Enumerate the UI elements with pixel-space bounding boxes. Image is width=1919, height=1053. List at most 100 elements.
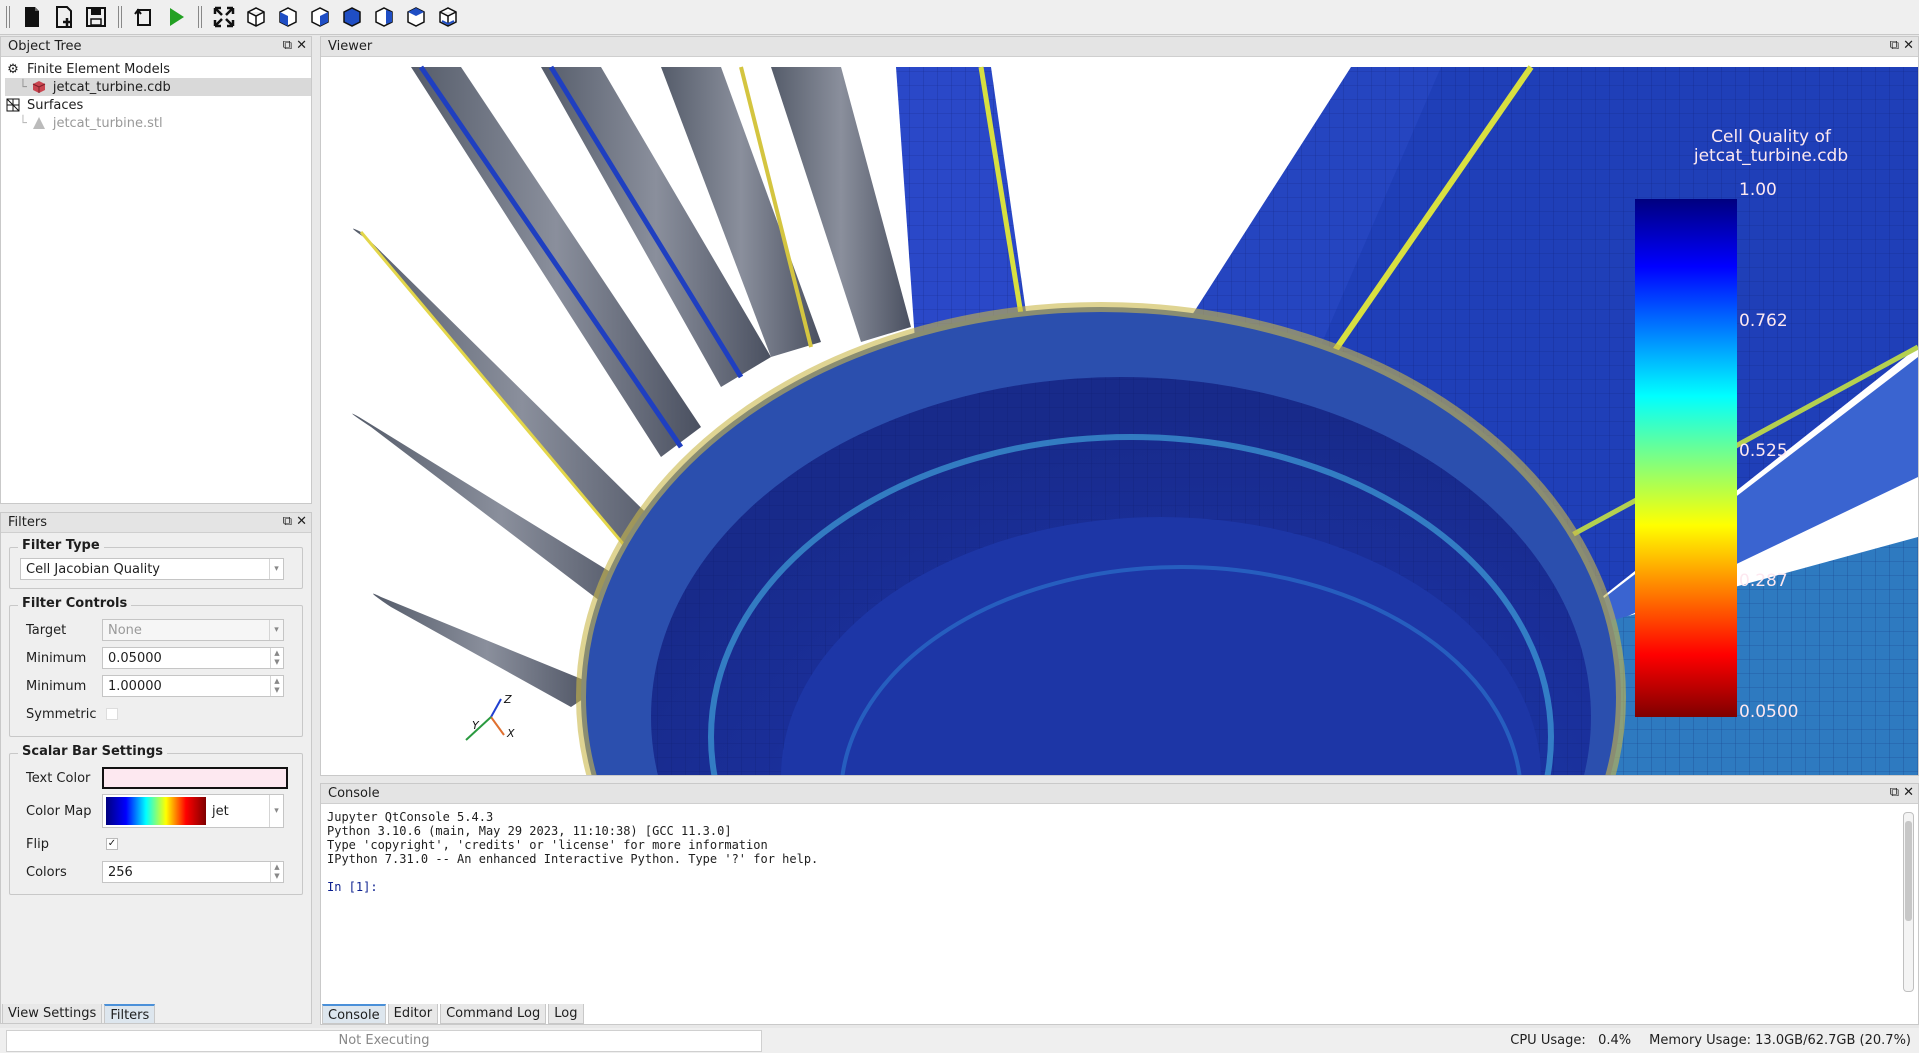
scalar-bar-title-line-2: jetcat_turbine.cdb <box>1693 146 1848 166</box>
scrollbar-thumb[interactable] <box>1905 821 1912 921</box>
filters-panel: Filters ⧉ ✕ Filter Type Cell Jacobian Qua… <box>0 512 312 1024</box>
maximum-label: Minimum <box>26 678 87 694</box>
view-back-icon[interactable] <box>305 2 335 32</box>
undock-icon[interactable]: ⧉ <box>283 39 292 53</box>
save-icon[interactable] <box>81 2 111 32</box>
toolbar-separator <box>198 6 202 28</box>
left-dock-tabs: View Settings Filters <box>2 1004 157 1024</box>
spin-arrows-icon[interactable]: ▲ ▼ <box>270 648 283 668</box>
close-icon[interactable]: ✕ <box>296 515 307 529</box>
tab-log[interactable]: Log <box>548 1004 584 1024</box>
console-line: IPython 7.31.0 -- An enhanced Interactiv… <box>327 852 819 866</box>
object-tree: ⚙ Finite Element Models └ jetcat_turbine… <box>1 57 311 132</box>
filter-type-select[interactable]: Cell Jacobian Quality ▾ <box>20 558 284 580</box>
view-bottom-icon[interactable] <box>433 2 463 32</box>
new-document-icon[interactable] <box>49 2 79 32</box>
console-prompt[interactable]: In [1]: <box>327 880 1912 894</box>
main-toolbar <box>0 0 1919 35</box>
mesh-cube-icon <box>31 79 47 95</box>
filters-title: Filters <box>8 515 47 530</box>
symmetric-row: Symmetric <box>20 700 292 728</box>
bottom-dock-tabs: Console Editor Command Log Log <box>322 1004 586 1024</box>
view-right-icon[interactable] <box>369 2 399 32</box>
target-row: Target None ▾ <box>20 616 292 644</box>
scalar-label: 0.287 <box>1739 571 1788 591</box>
tree-item-jetcat-turbine-stl[interactable]: └ jetcat_turbine.stl <box>5 114 311 132</box>
text-color-swatch[interactable] <box>102 767 288 789</box>
fit-view-icon[interactable] <box>209 2 239 32</box>
symmetric-label: Symmetric <box>26 706 97 722</box>
cpu-usage: CPU Usage: 0.4% <box>1510 1033 1632 1048</box>
console-title-bar: Console ⧉ ✕ <box>321 784 1918 804</box>
new-file-icon[interactable] <box>17 2 47 32</box>
tab-view-settings[interactable]: View Settings <box>2 1004 103 1024</box>
view-front-icon[interactable] <box>273 2 303 32</box>
close-icon[interactable]: ✕ <box>1903 39 1914 53</box>
toolbar-handle[interactable] <box>6 6 10 28</box>
axis-label-z: Z <box>503 693 512 706</box>
text-color-row: Text Color <box>20 764 292 792</box>
scalar-bar-gradient <box>1635 199 1737 717</box>
close-icon[interactable]: ✕ <box>296 39 307 53</box>
viewer-title: Viewer <box>328 39 373 54</box>
gear-icon: ⚙ <box>7 61 19 77</box>
console-scrollbar[interactable] <box>1903 812 1914 992</box>
tab-command-log[interactable]: Command Log <box>440 1004 547 1024</box>
tree-branch-line: └ <box>19 79 27 95</box>
viewer-panel: Viewer ⧉ ✕ Cell Quality of jetcat_turbin… <box>320 36 1919 776</box>
spin-arrows-icon[interactable]: ▲ ▼ <box>270 862 283 882</box>
console-output[interactable]: Jupyter QtConsole 5.4.3 Python 3.10.6 (ma… <box>321 804 1918 894</box>
undock-icon[interactable]: ⧉ <box>1890 786 1899 800</box>
group-title: Scalar Bar Settings <box>18 744 167 759</box>
triangle-icon <box>31 115 47 131</box>
undock-icon[interactable]: ⧉ <box>283 515 292 529</box>
scalar-label: 0.762 <box>1739 311 1788 331</box>
filters-title-bar: Filters ⧉ ✕ <box>1 513 311 533</box>
target-value: None <box>108 622 142 638</box>
tab-filters[interactable]: Filters <box>104 1004 156 1024</box>
tree-item-label: Finite Element Models <box>27 61 170 77</box>
text-color-label: Text Color <box>26 770 91 786</box>
group-title: Filter Controls <box>18 596 132 611</box>
tree-item-surfaces[interactable]: Surfaces <box>5 96 311 114</box>
3d-render-canvas[interactable]: Cell Quality of jetcat_turbine.cdb 1.00 … <box>321 57 1918 775</box>
close-icon[interactable]: ✕ <box>1903 786 1914 800</box>
color-map-select[interactable]: jet ▾ <box>102 794 284 828</box>
chevron-down-icon: ▾ <box>269 795 283 827</box>
run-icon[interactable] <box>161 2 191 32</box>
status-bar: Not Executing CPU Usage: 0.4% Memory Usa… <box>0 1028 1919 1053</box>
undock-icon[interactable]: ⧉ <box>1890 39 1899 53</box>
colors-label: Colors <box>26 864 67 880</box>
console-panel: Console ⧉ ✕ Jupyter QtConsole 5.4.3 Python… <box>320 783 1919 1025</box>
color-map-label: Color Map <box>26 803 92 819</box>
minimum-spinbox[interactable]: 0.05000 ▲ ▼ <box>102 647 284 669</box>
jet-colormap-preview <box>106 797 206 825</box>
color-map-value: jet <box>212 803 229 819</box>
flip-checkbox[interactable]: ✓ <box>106 838 118 850</box>
tree-item-jetcat-turbine-cdb[interactable]: └ jetcat_turbine.cdb <box>5 78 311 96</box>
tree-item-finite-element-models[interactable]: ⚙ Finite Element Models <box>5 60 311 78</box>
console-line: Type 'copyright', 'credits' or 'license'… <box>327 838 768 852</box>
spin-arrows-icon[interactable]: ▲ ▼ <box>270 676 283 696</box>
view-left-icon[interactable] <box>337 2 367 32</box>
tab-console[interactable]: Console <box>322 1004 386 1024</box>
reload-icon[interactable] <box>129 2 159 32</box>
view-top-icon[interactable] <box>401 2 431 32</box>
console-title: Console <box>328 786 380 801</box>
console-line: Python 3.10.6 (main, May 29 2023, 11:10:… <box>327 824 732 838</box>
object-tree-panel: Object Tree ⧉ ✕ ⚙ Finite Element Models └… <box>0 36 312 504</box>
maximum-spinbox[interactable]: 1.00000 ▲ ▼ <box>102 675 284 697</box>
colors-spinbox[interactable]: 256 ▲ ▼ <box>102 861 284 883</box>
symmetric-checkbox[interactable] <box>106 708 118 720</box>
tab-editor[interactable]: Editor <box>387 1004 439 1024</box>
colors-row: Colors 256 ▲ ▼ <box>20 858 292 886</box>
minimum-row: Minimum 0.05000 ▲ ▼ <box>20 644 292 672</box>
axis-label-x: X <box>506 727 515 740</box>
color-map-row: Color Map jet ▾ <box>20 792 292 830</box>
view-iso-icon[interactable] <box>241 2 271 32</box>
tree-item-label: jetcat_turbine.stl <box>52 115 163 131</box>
minimum-label: Minimum <box>26 650 87 666</box>
target-select[interactable]: None ▾ <box>102 619 284 641</box>
filter-type-group: Filter Type Cell Jacobian Quality ▾ <box>9 538 303 589</box>
tree-item-label: Surfaces <box>27 97 84 113</box>
